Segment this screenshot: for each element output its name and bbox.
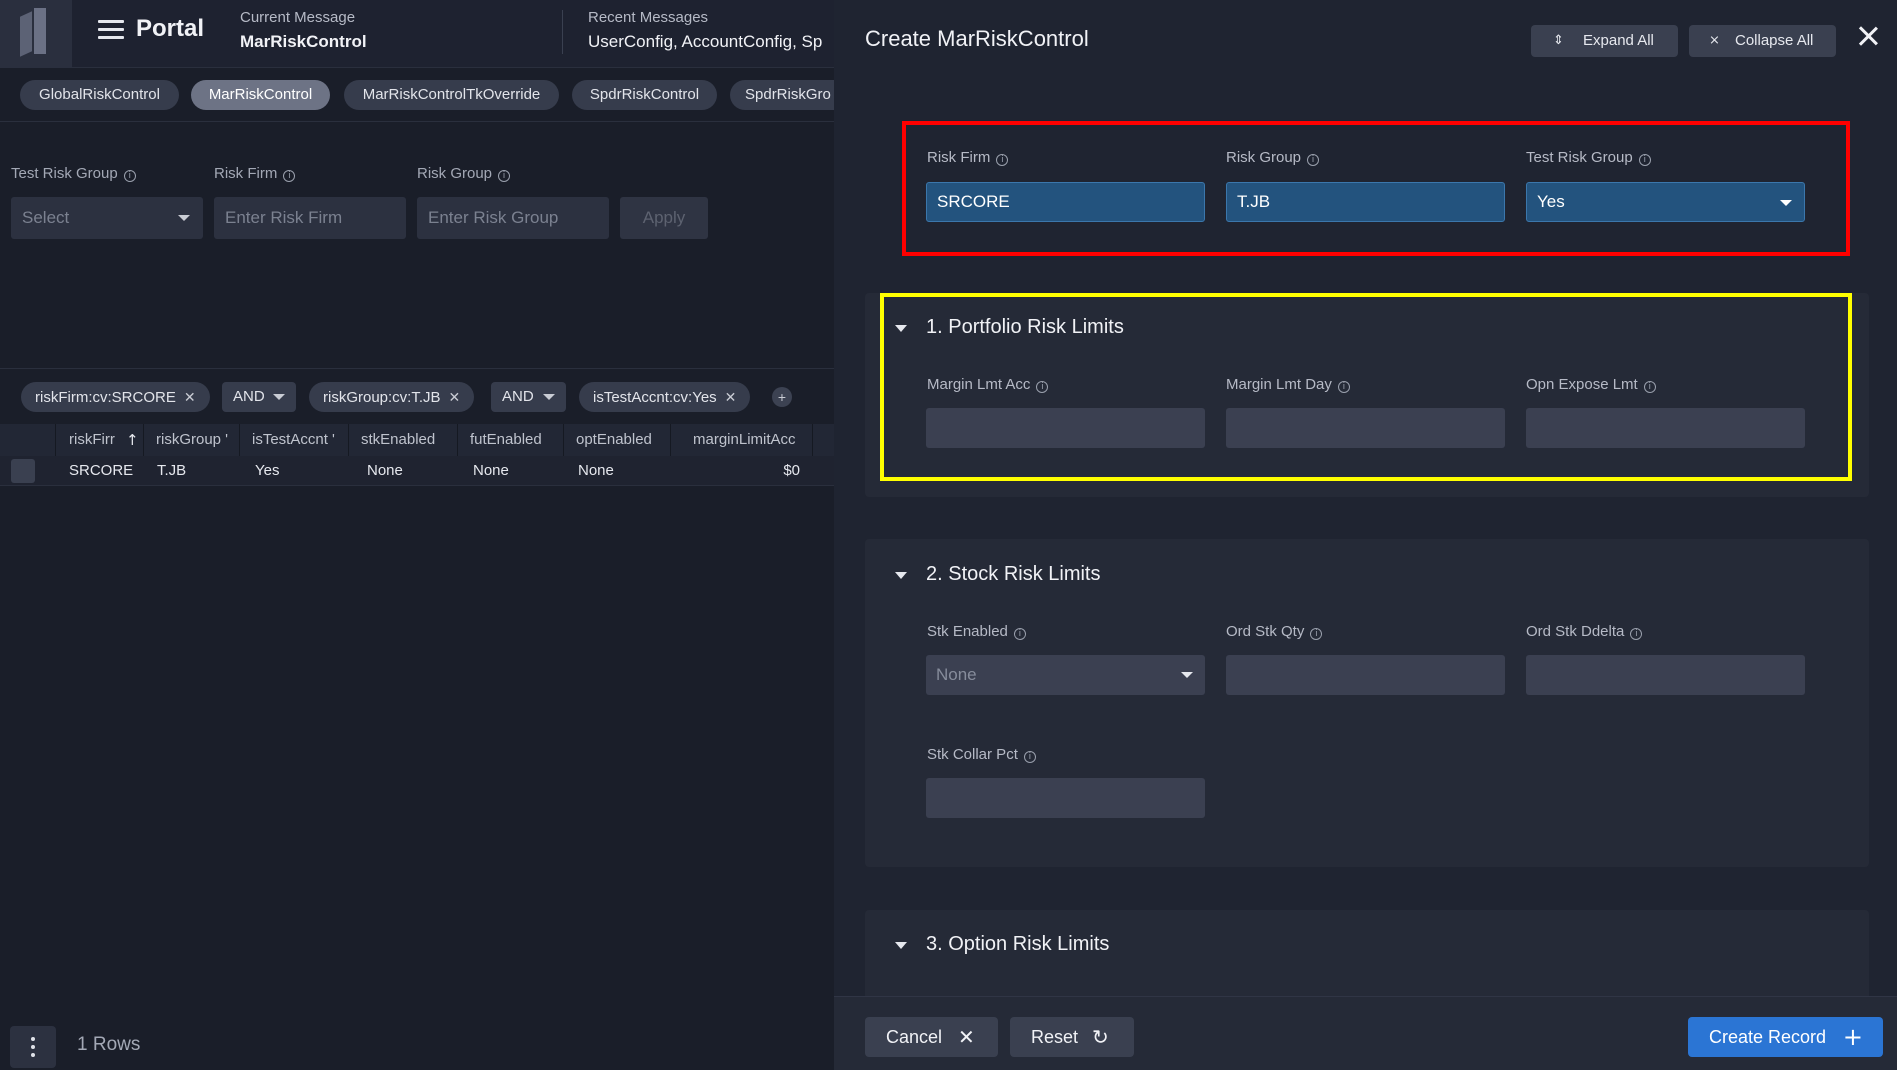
table-cell: None [578, 462, 614, 479]
top-bar: Portal Current Message MarRiskControl Re… [0, 0, 834, 68]
expand-icon: ⇕ [1553, 33, 1564, 48]
tab-spdrriskcontrol[interactable]: SpdrRiskControl [572, 80, 717, 110]
column-header[interactable]: riskFirr ↑ [56, 424, 144, 456]
create-record-button[interactable]: Create Record + [1688, 1017, 1883, 1057]
info-icon: i [123, 170, 136, 182]
row-checkbox[interactable] [11, 459, 35, 483]
filter-risk-group-label: Risk Group i [417, 165, 511, 182]
close-icon[interactable]: ✕ [449, 389, 461, 405]
column-header[interactable]: isTestAccnt ' [240, 424, 349, 456]
table-cell: $0 [783, 462, 800, 479]
stk-enabled-select[interactable]: None [926, 655, 1205, 695]
header-divider [562, 10, 563, 54]
grid-header: riskFirr ↑ riskGroup ' isTestAccnt ' stkE… [0, 424, 834, 456]
risk-firm-input[interactable]: Enter Risk Firm [214, 197, 406, 239]
row-count: 1 Rows [77, 1034, 141, 1055]
section-title[interactable]: 3. Option Risk Limits [926, 933, 1109, 956]
stk-collar-pct-label: Stk Collar Pct i [927, 746, 1036, 763]
tab-spdrriskgro[interactable]: SpdrRiskGro [730, 80, 834, 110]
info-icon: i [1013, 628, 1026, 640]
close-icon[interactable]: ✕ [725, 389, 737, 405]
expand-all-button[interactable]: ⇕ Expand All [1531, 25, 1678, 57]
reset-icon: ↻ [1092, 1025, 1109, 1049]
operator-and-dropdown[interactable]: AND [222, 382, 296, 412]
info-icon: i [1310, 628, 1323, 640]
collapse-all-button[interactable]: ⨯ Collapse All [1689, 25, 1836, 57]
table-cell: None [367, 462, 403, 479]
ord-stk-ddelta-label: Ord Stk Ddelta i [1526, 623, 1643, 640]
hamburger-menu-icon[interactable] [98, 20, 124, 42]
filter-test-risk-group-label: Test Risk Group i [11, 165, 136, 182]
query-chip-istestaccnt[interactable]: isTestAccnt:cv:Yes ✕ [579, 382, 751, 412]
info-icon: i [1023, 751, 1036, 763]
current-message-label: Current Message [240, 9, 356, 26]
select-column-header [0, 424, 56, 456]
app-title: Portal [136, 15, 205, 42]
info-icon: i [283, 170, 296, 182]
column-header[interactable]: marginLimitAcc [671, 424, 813, 456]
close-icon: ✕ [958, 1025, 975, 1049]
close-icon[interactable]: ✕ [184, 389, 196, 405]
table-cell: Yes [255, 462, 280, 479]
operator-and-dropdown[interactable]: AND [491, 382, 566, 412]
recent-messages-value[interactable]: UserConfig, AccountConfig, Sp [588, 32, 822, 52]
query-chip-riskgroup[interactable]: riskGroup:cv:T.JB ✕ [309, 382, 475, 412]
add-filter-icon[interactable]: + [772, 387, 792, 407]
chevron-down-icon [178, 215, 190, 221]
reset-button[interactable]: Reset ↻ [1010, 1017, 1134, 1057]
column-header[interactable]: riskGroup ' [144, 424, 240, 456]
arrow-up-icon: ↑ [126, 431, 139, 449]
close-icon[interactable] [1854, 22, 1882, 50]
table-cell: T.JB [157, 462, 187, 479]
ord-stk-qty-label: Ord Stk Qty i [1226, 623, 1323, 640]
section-title[interactable]: 2. Stock Risk Limits [926, 563, 1100, 586]
panel-title: Create MarRiskControl [865, 26, 1089, 51]
chevron-down-icon[interactable] [895, 572, 907, 579]
chevron-down-icon [543, 394, 555, 400]
tab-marriskcontroltkoverride[interactable]: MarRiskControlTkOverride [344, 80, 559, 110]
query-chip-riskfirm[interactable]: riskFirm:cv:SRCORE ✕ [21, 382, 210, 412]
info-icon: i [498, 170, 511, 182]
highlight-box-yellow [880, 293, 1852, 481]
column-header[interactable]: stkEnabled [349, 424, 458, 456]
highlight-box-red [902, 121, 1850, 256]
tab-globalriskcontrol[interactable]: GlobalRiskControl [20, 80, 179, 110]
message-tabs: GlobalRiskControl MarRiskControl MarRisk… [0, 68, 834, 122]
table-cell: None [473, 462, 509, 479]
chevron-down-icon [273, 394, 285, 400]
column-header[interactable]: optEnabled [564, 424, 671, 456]
main-app: Portal Current Message MarRiskControl Re… [0, 0, 834, 1070]
current-message-value: MarRiskControl [240, 32, 367, 51]
more-options-icon[interactable] [10, 1026, 56, 1068]
ord-stk-ddelta-input[interactable] [1526, 655, 1805, 695]
plus-icon: + [1842, 1023, 1863, 1051]
test-risk-group-select[interactable]: Select [11, 197, 203, 239]
app-logo [0, 0, 72, 68]
collapse-icon: ⨯ [1709, 33, 1720, 48]
chevron-down-icon [1181, 672, 1193, 678]
risk-group-input[interactable]: Enter Risk Group [417, 197, 609, 239]
recent-messages-label: Recent Messages [588, 9, 709, 26]
table-cell: SRCORE [69, 462, 134, 479]
info-icon: i [1630, 628, 1643, 640]
stk-collar-pct-input[interactable] [926, 778, 1205, 818]
apply-button[interactable]: Apply [620, 197, 708, 239]
cancel-button[interactable]: Cancel ✕ [865, 1017, 998, 1057]
tab-marriskcontrol[interactable]: MarRiskControl [191, 80, 330, 110]
table-row[interactable]: SRCORE T.JB Yes None None None $0 [0, 456, 834, 486]
ord-stk-qty-input[interactable] [1226, 655, 1505, 695]
stk-enabled-label: Stk Enabled i [927, 623, 1026, 640]
column-header[interactable]: futEnabled [458, 424, 564, 456]
chevron-down-icon[interactable] [895, 942, 907, 949]
filter-risk-firm-label: Risk Firm i [214, 165, 296, 182]
